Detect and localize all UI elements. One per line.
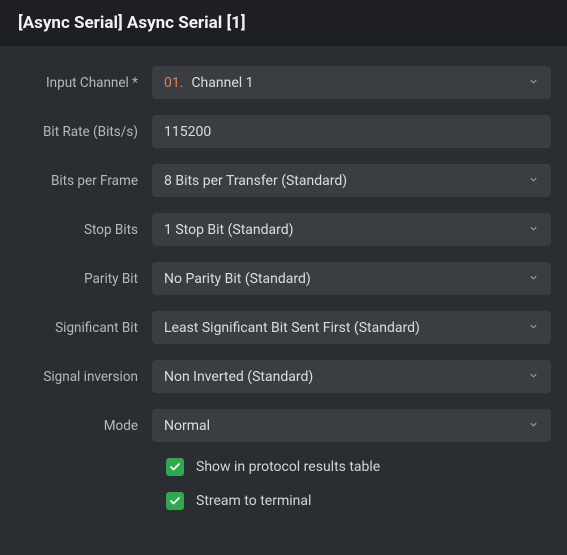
control-stop-bits: 1 Stop Bit (Standard) xyxy=(152,213,551,246)
panel-title: [Async Serial] Async Serial [1] xyxy=(18,13,246,33)
checkbox-show-in-results[interactable] xyxy=(166,458,184,476)
checkbox-stream-terminal[interactable] xyxy=(166,492,184,510)
row-significant-bit: Significant Bit Least Significant Bit Se… xyxy=(16,311,551,344)
row-signal-inversion: Signal inversion Non Inverted (Standard) xyxy=(16,360,551,393)
select-mode[interactable]: Normal xyxy=(152,409,551,442)
chevron-down-icon xyxy=(528,271,539,287)
label-bits-per-frame: Bits per Frame xyxy=(16,173,152,189)
select-stop-bits[interactable]: 1 Stop Bit (Standard) xyxy=(152,213,551,246)
control-bits-per-frame: 8 Bits per Transfer (Standard) xyxy=(152,164,551,197)
select-value: Channel 1 xyxy=(191,75,253,91)
chevron-down-icon xyxy=(528,222,539,238)
select-value: Normal xyxy=(164,418,210,434)
chevron-down-icon xyxy=(528,173,539,189)
check-icon xyxy=(169,495,181,507)
select-bits-per-frame[interactable]: 8 Bits per Transfer (Standard) xyxy=(152,164,551,197)
select-value: Least Significant Bit Sent First (Standa… xyxy=(164,320,420,336)
panel-header: [Async Serial] Async Serial [1] xyxy=(0,0,567,46)
chevron-down-icon xyxy=(528,418,539,434)
label-parity-bit: Parity Bit xyxy=(16,271,152,287)
control-parity-bit: No Parity Bit (Standard) xyxy=(152,262,551,295)
row-input-channel: Input Channel * 01. Channel 1 xyxy=(16,66,551,99)
chevron-down-icon xyxy=(528,320,539,336)
label-bit-rate: Bit Rate (Bits/s) xyxy=(16,124,152,140)
input-value: 115200 xyxy=(164,124,211,140)
row-stream-terminal: Stream to terminal xyxy=(16,492,551,510)
control-signal-inversion: Non Inverted (Standard) xyxy=(152,360,551,393)
chevron-down-icon xyxy=(528,75,539,91)
row-bit-rate: Bit Rate (Bits/s) 115200 xyxy=(16,115,551,148)
label-stop-bits: Stop Bits xyxy=(16,222,152,238)
select-input-channel[interactable]: 01. Channel 1 xyxy=(152,66,551,99)
checkbox-label: Stream to terminal xyxy=(196,493,311,509)
check-icon xyxy=(169,461,181,473)
control-significant-bit: Least Significant Bit Sent First (Standa… xyxy=(152,311,551,344)
row-show-in-results: Show in protocol results table xyxy=(16,458,551,476)
row-mode: Mode Normal xyxy=(16,409,551,442)
select-value: Non Inverted (Standard) xyxy=(164,369,313,385)
label-significant-bit: Significant Bit xyxy=(16,320,152,336)
row-parity-bit: Parity Bit No Parity Bit (Standard) xyxy=(16,262,551,295)
select-signal-inversion[interactable]: Non Inverted (Standard) xyxy=(152,360,551,393)
control-input-channel: 01. Channel 1 xyxy=(152,66,551,99)
control-bit-rate: 115200 xyxy=(152,115,551,148)
select-value: 1 Stop Bit (Standard) xyxy=(164,222,294,238)
row-bits-per-frame: Bits per Frame 8 Bits per Transfer (Stan… xyxy=(16,164,551,197)
chevron-down-icon xyxy=(528,369,539,385)
control-mode: Normal xyxy=(152,409,551,442)
label-input-channel: Input Channel * xyxy=(16,75,152,91)
label-mode: Mode xyxy=(16,418,152,434)
select-value: 8 Bits per Transfer (Standard) xyxy=(164,173,347,189)
select-significant-bit[interactable]: Least Significant Bit Sent First (Standa… xyxy=(152,311,551,344)
select-value: No Parity Bit (Standard) xyxy=(164,271,311,287)
select-parity-bit[interactable]: No Parity Bit (Standard) xyxy=(152,262,551,295)
row-stop-bits: Stop Bits 1 Stop Bit (Standard) xyxy=(16,213,551,246)
label-signal-inversion: Signal inversion xyxy=(16,369,152,385)
input-bit-rate[interactable]: 115200 xyxy=(152,115,551,148)
channel-prefix: 01. xyxy=(164,75,183,91)
settings-form: Input Channel * 01. Channel 1 Bit Rate (… xyxy=(0,46,567,536)
checkbox-label: Show in protocol results table xyxy=(196,459,380,475)
